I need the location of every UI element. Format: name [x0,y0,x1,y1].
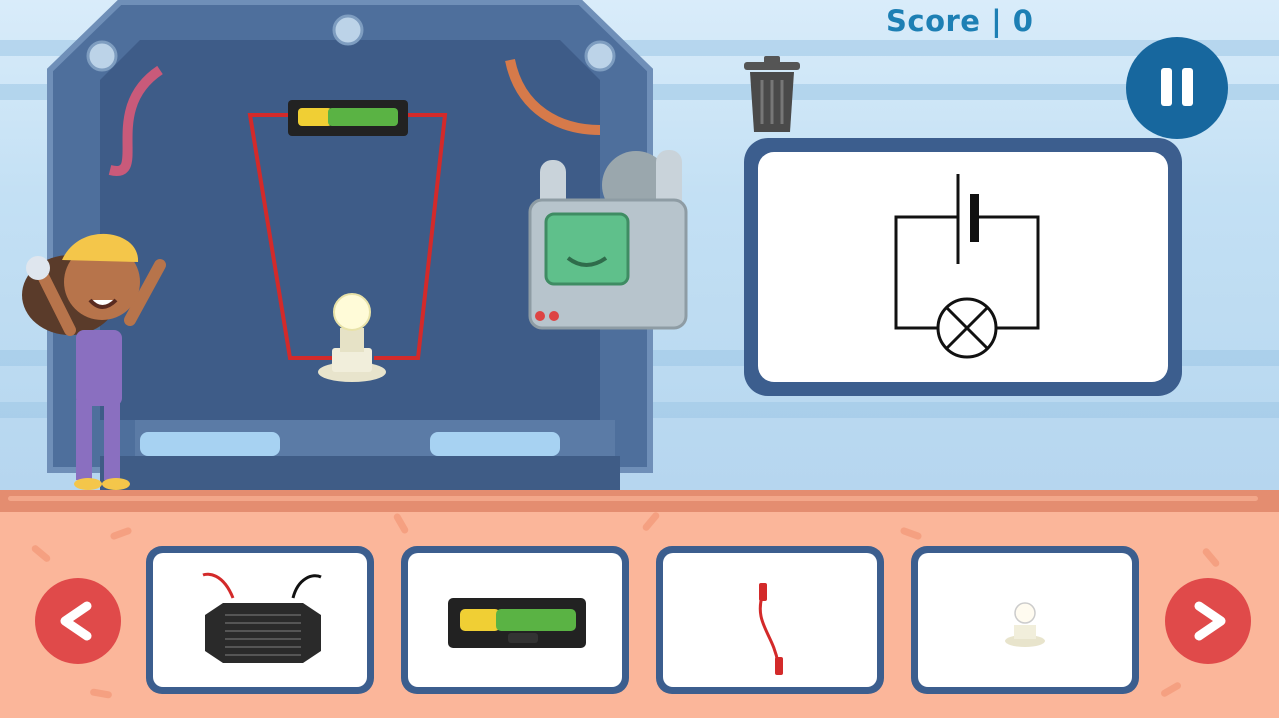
robot-character [528,150,688,330]
placed-bulb[interactable] [318,293,386,382]
cell-short-plate [970,194,979,242]
placed-battery[interactable] [288,100,408,136]
chevron-left-icon [60,601,92,641]
light-bulb-icon [1005,602,1045,647]
confetti [109,526,133,541]
confetti [89,688,113,699]
inventory-slot-wire[interactable] [656,546,884,694]
confetti [392,512,410,535]
inventory-slot-buzzer[interactable] [146,546,374,694]
confetti [1159,680,1183,699]
target-circuit-card [744,138,1182,396]
pause-button[interactable] [1126,37,1228,139]
girl-character [22,233,166,490]
confetti [30,543,52,564]
battery-icon [448,598,586,648]
confetti [641,510,661,533]
workbench-circuit[interactable] [240,90,460,390]
wire-icon [758,583,783,675]
confetti [1201,546,1221,569]
confetti [899,526,923,541]
score-display: Score | 0 [886,4,1034,38]
buzzer-icon [202,572,322,663]
inventory-slot-bulb[interactable] [911,546,1139,694]
target-circuit-diagram [758,152,1168,382]
previous-button[interactable] [35,578,121,664]
trash-can-icon[interactable] [740,52,804,136]
next-button[interactable] [1165,578,1251,664]
pause-icon [1161,68,1172,106]
chevron-right-icon [1194,601,1226,641]
circuit-schematic [894,174,1040,359]
inventory-slot-battery[interactable] [401,546,629,694]
